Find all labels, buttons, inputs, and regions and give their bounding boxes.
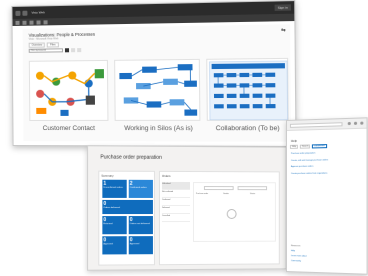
tab-files[interactable]: Files [47, 42, 59, 48]
help-browser-window: Help Help Search Documents Purchase orde… [286, 117, 368, 275]
toolbar-button[interactable] [22, 20, 27, 25]
help-link[interactable]: Approve purchase orders [291, 165, 362, 169]
help-links: Purchase order preparation Create, edit … [287, 147, 367, 183]
filter-bar: Filter by keyword [28, 48, 82, 53]
empty-state-icon [226, 208, 237, 219]
document-subtitle: Visio - Microsoft Visio Web [28, 37, 59, 41]
footer-heading: Resources [290, 245, 301, 248]
collaboration-graphic [207, 59, 290, 122]
summary-panel: Summary 1 Unconfirmed orders 2 Confirmed o… [98, 170, 155, 266]
view-button[interactable] [77, 48, 82, 53]
visio-window: Visio Web Sign in Visualizations: People… [11, 0, 297, 147]
diagram-working-in-silos[interactable] [114, 58, 201, 121]
summary-tile[interactable]: 0 Orders not delivered [128, 216, 153, 235]
footer-link[interactable]: Community [291, 260, 307, 262]
summary-tile[interactable]: 0 Approved [128, 236, 153, 255]
app-menu-icon[interactable] [15, 10, 21, 16]
share-icon[interactable]: ⇆ [281, 27, 286, 33]
close-icon[interactable] [360, 121, 364, 125]
purchase-order-window: Purchase order preparation Summary 1 Unco… [87, 145, 287, 271]
tab-overview[interactable]: Overview [28, 42, 46, 48]
refresh-icon[interactable] [347, 121, 351, 126]
page-title: Purchase order preparation [100, 154, 162, 161]
stage: Visio Web Sign in Visualizations: People… [0, 0, 368, 276]
tab-documents[interactable]: Documents [312, 144, 327, 149]
tab-help[interactable]: Help [289, 144, 299, 149]
search-input[interactable] [203, 186, 234, 191]
summary-tile[interactable]: 0 Approved [102, 236, 127, 255]
list-item[interactable]: Confirmed [161, 197, 190, 207]
filter-button[interactable] [64, 48, 70, 53]
orders-panel: Orders Unfinished Not confirmed Confirme… [158, 170, 280, 266]
tab-search[interactable]: Search [299, 144, 311, 149]
address-bar[interactable] [289, 122, 343, 128]
document-page: Visualizations: People & Processes Visio… [22, 24, 292, 142]
settings-icon[interactable] [353, 121, 358, 125]
help-footer: Resources Help Learn more about Communit… [291, 245, 307, 266]
summary-tile[interactable]: 2 Confirmed orders [128, 179, 153, 198]
customer-contact-graphic [35, 69, 104, 116]
column-header[interactable]: Purchase order [196, 193, 219, 197]
orders-grid: Purchase order Vendor Status [192, 182, 276, 242]
sign-in-button[interactable]: Sign in [274, 4, 292, 11]
list-item[interactable]: Not confirmed [161, 189, 190, 199]
help-link[interactable]: Purchase order preparation [291, 152, 362, 156]
column-header[interactable]: Vendor [223, 193, 246, 197]
filter-input[interactable] [237, 186, 268, 191]
toolbar-button[interactable] [29, 20, 34, 25]
toolbar-button[interactable] [43, 19, 48, 24]
diagram-collaboration[interactable] [206, 57, 290, 122]
view-button[interactable] [71, 48, 76, 53]
table-header: Purchase order Vendor Status [196, 193, 273, 197]
summary-header: Summary [101, 173, 114, 178]
document-tabs: Overview Files [28, 42, 59, 48]
footer-link[interactable]: Help [291, 250, 307, 252]
caption-customer-contact: Customer Contact [42, 124, 95, 133]
toolbar-button[interactable] [36, 19, 41, 25]
list-item[interactable]: Cancelled [161, 213, 190, 223]
help-link[interactable]: Create purchase orders from requisitions [291, 172, 362, 175]
toolbar-button[interactable] [15, 20, 20, 25]
app-title: Visio Web [31, 10, 45, 15]
summary-tile[interactable]: 0 Orders delivered [102, 199, 153, 215]
orders-list: Unfinished Not confirmed Confirmed Deliv… [161, 181, 190, 223]
help-link[interactable]: Create, edit and manage purchase orders [291, 158, 362, 162]
summary-tiles: 1 Unconfirmed orders 2 Confirmed orders 0O… [102, 179, 153, 255]
caption-collaboration: Collaboration (To be) [215, 124, 280, 133]
caption-working-in-silos: Working in Silos (As is) [124, 124, 193, 133]
filter-input[interactable]: Filter by keyword [28, 48, 63, 53]
back-icon[interactable] [22, 10, 28, 16]
list-item[interactable]: Unfinished [161, 181, 190, 191]
footer-link[interactable]: Learn more about [291, 255, 307, 257]
orders-header: Orders [161, 173, 171, 178]
column-header[interactable]: Status [250, 193, 273, 197]
list-item[interactable]: Delivered [161, 205, 190, 215]
summary-tile[interactable]: 1 Unconfirmed orders [102, 179, 127, 198]
summary-tile[interactable]: 0 Returned [102, 216, 127, 235]
diagram-customer-contact[interactable] [28, 59, 109, 121]
silos-graphic [119, 64, 198, 116]
